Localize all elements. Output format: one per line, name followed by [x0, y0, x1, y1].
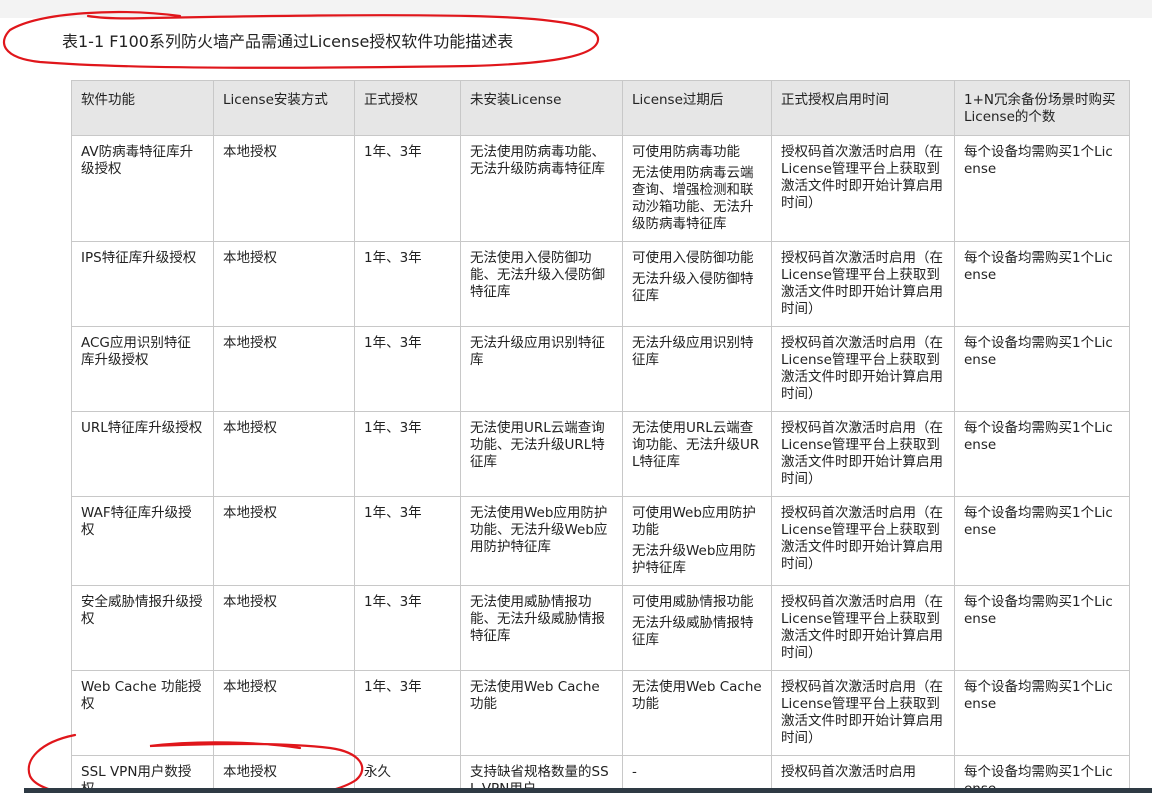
cell-count: 每个设备均需购买1个License: [954, 135, 1130, 242]
cell-feature: Web Cache 功能授权: [71, 670, 214, 756]
document-page: 表1-1 F100系列防火墙产品需通过License授权软件功能描述表 软件功能…: [0, 0, 1152, 804]
cell-paragraph: -: [632, 764, 637, 780]
cell-expired: 可使用入侵防御功能 无法升级入侵防御特征库: [622, 241, 772, 327]
cell-enable-time: 授权码首次激活时启用（在License管理平台上获取到激活文件时即开始计算启用时…: [771, 135, 955, 242]
header-cell: 正式授权: [354, 80, 461, 136]
cell-paragraph: 无法使用Web Cache功能: [632, 679, 762, 712]
cell-not-installed: 无法使用威胁情报功能、无法升级威胁情报特征库: [460, 585, 623, 671]
cell-enable-time: 授权码首次激活时启用（在License管理平台上获取到激活文件时即开始计算启用时…: [771, 496, 955, 586]
bottom-fill: [0, 793, 1152, 804]
cell-enable-time: 授权码首次激活时启用（在License管理平台上获取到激活文件时即开始计算启用时…: [771, 411, 955, 497]
cell-paragraph: 可使用入侵防御功能: [632, 250, 754, 266]
cell-paragraph: 无法升级威胁情报特征库: [632, 615, 754, 648]
cell-count: 每个设备均需购买1个License: [954, 326, 1130, 412]
header-cell: 软件功能: [71, 80, 214, 136]
header-cell: 未安装License: [460, 80, 623, 136]
cell-count: 每个设备均需购买1个License: [954, 241, 1130, 327]
cell-formal: 1年、3年: [354, 241, 461, 327]
cell-expired: 无法使用Web Cache功能: [622, 670, 772, 756]
table-header-row: 软件功能 License安装方式 正式授权 未安装License License…: [71, 80, 1130, 136]
cell-enable-time: 授权码首次激活时启用（在License管理平台上获取到激活文件时即开始计算启用时…: [771, 670, 955, 756]
cell-enable-time: 授权码首次激活时启用（在License管理平台上获取到激活文件时即开始计算启用时…: [771, 241, 955, 327]
cell-install: 本地授权: [213, 326, 355, 412]
cell-feature: WAF特征库升级授权: [71, 496, 214, 586]
cell-expired: 可使用威胁情报功能 无法升级威胁情报特征库: [622, 585, 772, 671]
license-table: 软件功能 License安装方式 正式授权 未安装License License…: [71, 80, 1130, 804]
header-cell: 正式授权启用时间: [771, 80, 955, 136]
license-table-wrapper: 软件功能 License安装方式 正式授权 未安装License License…: [71, 80, 1130, 804]
cell-expired: 可使用防病毒功能 无法使用防病毒云端查询、增强检测和联动沙箱功能、无法升级防病毒…: [622, 135, 772, 242]
cell-enable-time: 授权码首次激活时启用（在License管理平台上获取到激活文件时即开始计算启用时…: [771, 326, 955, 412]
cell-not-installed: 无法使用URL云端查询功能、无法升级URL特征库: [460, 411, 623, 497]
cell-formal: 1年、3年: [354, 496, 461, 586]
cell-install: 本地授权: [213, 670, 355, 756]
cell-paragraph: 可使用威胁情报功能: [632, 594, 754, 610]
cell-paragraph: 无法升级入侵防御特征库: [632, 271, 754, 304]
cell-paragraph: 可使用Web应用防护功能: [632, 505, 756, 538]
cell-install: 本地授权: [213, 496, 355, 586]
top-strip: [0, 0, 1152, 18]
header-cell: License过期后: [622, 80, 772, 136]
cell-not-installed: 无法使用Web应用防护功能、无法升级Web应用防护特征库: [460, 496, 623, 586]
cell-paragraph: 无法使用URL云端查询功能、无法升级URL特征库: [632, 420, 760, 470]
cell-feature: AV防病毒特征库升级授权: [71, 135, 214, 242]
cell-count: 每个设备均需购买1个License: [954, 670, 1130, 756]
table-caption: 表1-1 F100系列防火墙产品需通过License授权软件功能描述表: [62, 32, 514, 51]
cell-install: 本地授权: [213, 135, 355, 242]
table-row: 安全威胁情报升级授权 本地授权 1年、3年 无法使用威胁情报功能、无法升级威胁情…: [71, 585, 1130, 671]
cell-enable-time: 授权码首次激活时启用（在License管理平台上获取到激活文件时即开始计算启用时…: [771, 585, 955, 671]
table-row: ACG应用识别特征库升级授权 本地授权 1年、3年 无法升级应用识别特征库 无法…: [71, 326, 1130, 412]
cell-formal: 1年、3年: [354, 585, 461, 671]
cell-count: 每个设备均需购买1个License: [954, 496, 1130, 586]
cell-install: 本地授权: [213, 241, 355, 327]
cell-install: 本地授权: [213, 585, 355, 671]
cell-paragraph: 可使用防病毒功能: [632, 144, 740, 160]
cell-formal: 1年、3年: [354, 326, 461, 412]
cell-count: 每个设备均需购买1个License: [954, 585, 1130, 671]
cell-formal: 1年、3年: [354, 670, 461, 756]
header-cell: License安装方式: [213, 80, 355, 136]
cell-formal: 1年、3年: [354, 135, 461, 242]
cell-feature: URL特征库升级授权: [71, 411, 214, 497]
cell-not-installed: 无法使用Web Cache功能: [460, 670, 623, 756]
cell-feature: ACG应用识别特征库升级授权: [71, 326, 214, 412]
cell-expired: 无法升级应用识别特征库: [622, 326, 772, 412]
cell-not-installed: 无法使用入侵防御功能、无法升级入侵防御特征库: [460, 241, 623, 327]
cell-not-installed: 无法使用防病毒功能、无法升级防病毒特征库: [460, 135, 623, 242]
cell-feature: IPS特征库升级授权: [71, 241, 214, 327]
cell-install: 本地授权: [213, 411, 355, 497]
cell-count: 每个设备均需购买1个License: [954, 411, 1130, 497]
cell-paragraph: 无法升级Web应用防护特征库: [632, 543, 756, 576]
cell-paragraph: 无法使用防病毒云端查询、增强检测和联动沙箱功能、无法升级防病毒特征库: [632, 165, 754, 232]
table-row: AV防病毒特征库升级授权 本地授权 1年、3年 无法使用防病毒功能、无法升级防病…: [71, 135, 1130, 242]
cell-formal: 1年、3年: [354, 411, 461, 497]
header-cell: 1+N冗余备份场景时购买License的个数: [954, 80, 1130, 136]
cell-paragraph: 无法升级应用识别特征库: [632, 335, 754, 368]
cell-expired: 可使用Web应用防护功能 无法升级Web应用防护特征库: [622, 496, 772, 586]
table-row: URL特征库升级授权 本地授权 1年、3年 无法使用URL云端查询功能、无法升级…: [71, 411, 1130, 497]
table-row: IPS特征库升级授权 本地授权 1年、3年 无法使用入侵防御功能、无法升级入侵防…: [71, 241, 1130, 327]
cell-feature: 安全威胁情报升级授权: [71, 585, 214, 671]
cell-not-installed: 无法升级应用识别特征库: [460, 326, 623, 412]
table-row: Web Cache 功能授权 本地授权 1年、3年 无法使用Web Cache功…: [71, 670, 1130, 756]
cell-expired: 无法使用URL云端查询功能、无法升级URL特征库: [622, 411, 772, 497]
table-row: WAF特征库升级授权 本地授权 1年、3年 无法使用Web应用防护功能、无法升级…: [71, 496, 1130, 586]
